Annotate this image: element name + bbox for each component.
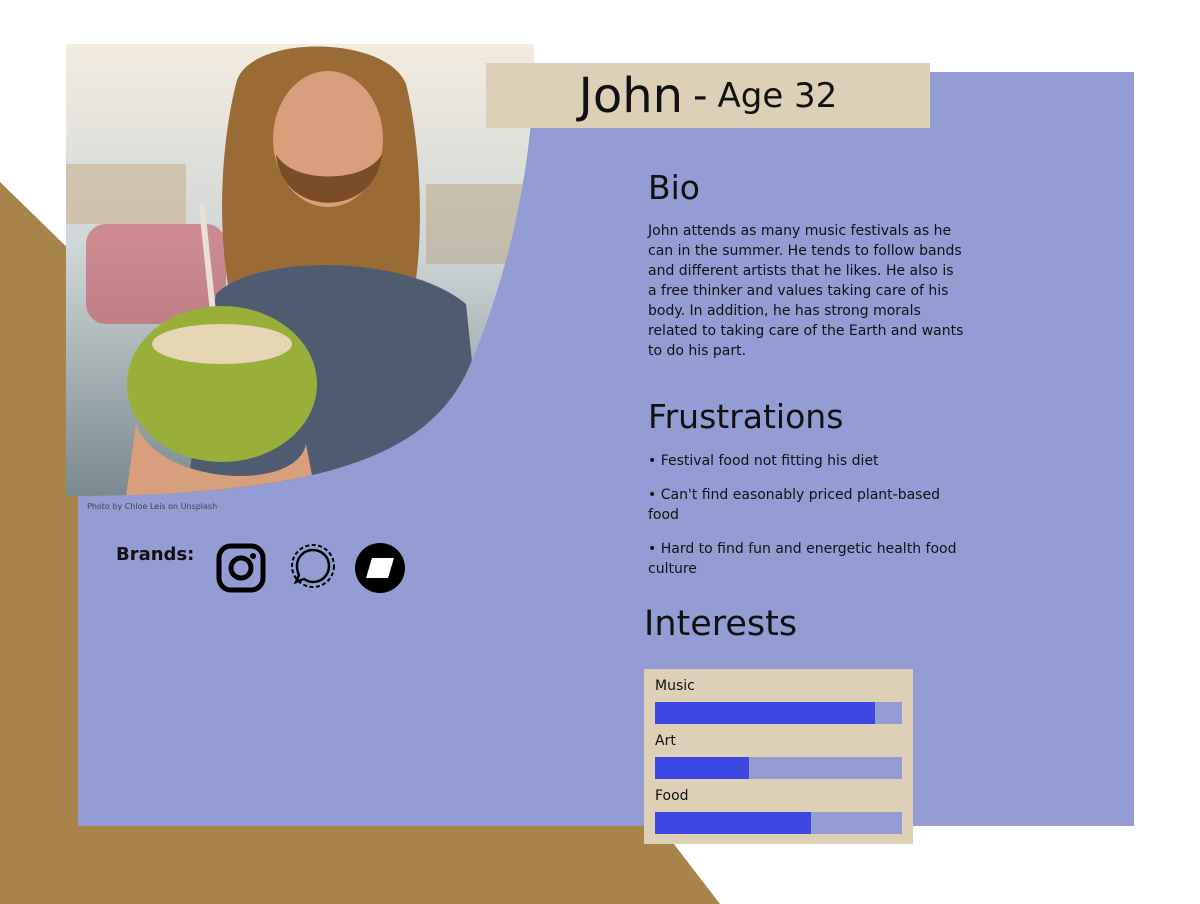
interest-bar-fill [655,812,811,834]
brands-label: Brands: [116,544,195,565]
frustration-item: • Hard to find fun and energetic health … [648,541,957,577]
instagram-icon [216,543,266,593]
interest-bar-food [655,812,902,834]
signal-icon [291,544,335,588]
frustration-item: • Can't find easonably priced plant-base… [648,487,940,523]
persona-title: John - Age 32 [486,63,930,128]
interest-bar-fill [655,757,749,779]
photo-credit: Photo by Chloe Leis on Unsplash [87,502,218,511]
interest-label-art: Art [655,733,676,749]
bio-text: John attends as many music festivals as … [648,223,964,359]
frustrations-heading: Frustrations [648,397,844,436]
profile-photo [66,44,535,496]
frustration-item: • Festival food not fitting his diet [648,453,879,469]
interest-label-food: Food [655,788,689,804]
persona-name: John [578,67,684,124]
interest-bar-music [655,702,902,724]
title-separator: - [693,72,708,119]
interest-label-music: Music [655,678,695,694]
bio-heading: Bio [648,168,700,207]
interest-bar-fill [655,702,875,724]
interest-bar-art [655,757,902,779]
interests-card: Music Art Food [644,669,913,844]
interests-heading: Interests [644,604,798,644]
squarespace-icon [355,543,405,593]
persona-age: Age 32 [717,75,838,116]
